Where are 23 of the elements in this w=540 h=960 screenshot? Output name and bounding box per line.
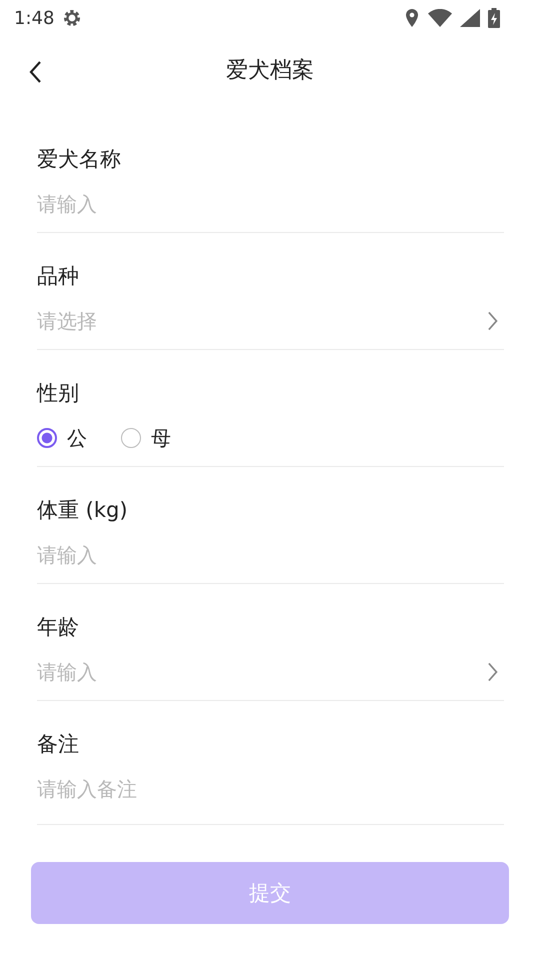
radio-option[interactable]: 母 [121,424,171,452]
battery-icon [488,8,500,28]
field-label: 品种 [37,263,80,290]
input-field[interactable]: 请输入 [37,189,504,219]
select-field[interactable]: 请输入 [37,657,479,687]
back-icon [28,60,42,84]
field-label: 爱犬名称 [37,146,122,173]
radio-option[interactable]: 公 [37,424,87,452]
location-icon [404,8,420,28]
page-title: 爱犬档案 [226,57,314,85]
chevron-right-icon [486,310,498,332]
signal-icon [460,9,480,27]
field-label: 年龄 [37,614,80,641]
field-label: 体重 (kg) [37,497,129,524]
input-field[interactable]: 请输入备注 [37,774,504,804]
field-label: 性别 [37,380,80,407]
gear-icon [62,8,82,28]
chevron-right-icon [486,661,498,683]
status-time: 1:48 [14,8,54,28]
input-field[interactable]: 请输入 [37,540,504,570]
select-field[interactable]: 请选择 [37,306,479,336]
field-label: 备注 [37,731,80,758]
wifi-icon [428,9,452,27]
